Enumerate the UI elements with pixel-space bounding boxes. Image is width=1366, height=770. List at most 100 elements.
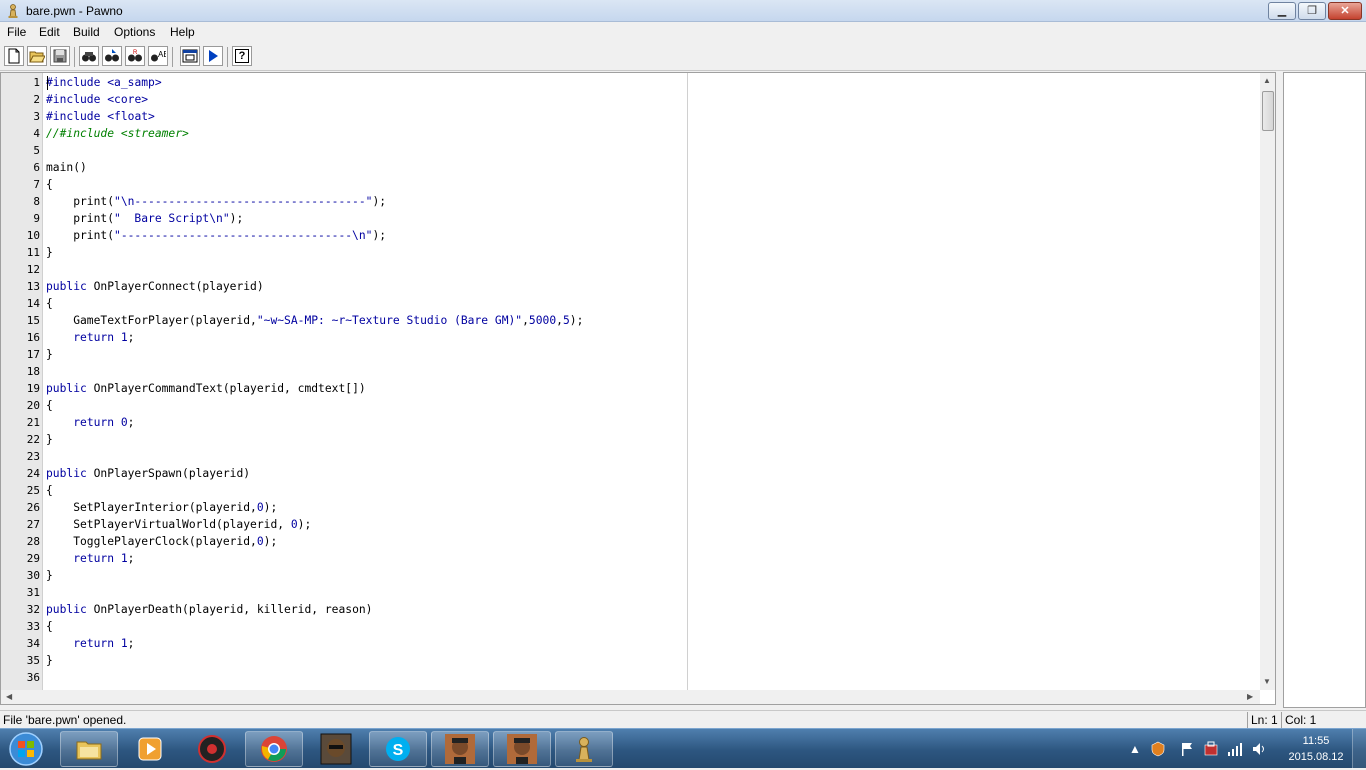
compile-run-icon bbox=[209, 50, 218, 62]
new-include-icon bbox=[182, 49, 198, 63]
code-line[interactable]: #include <float> bbox=[46, 108, 155, 125]
maximize-button[interactable]: ❐ bbox=[1298, 2, 1326, 20]
show-desktop-button[interactable] bbox=[1352, 729, 1366, 769]
tray-app-icon[interactable] bbox=[1150, 741, 1166, 757]
code-editor[interactable]: 1 2 3 4 5 6 7 8 9 10 11 12 13 14 15 16 17 18 19 20 21 22 23 24 2… bbox=[0, 72, 1276, 705]
code-line[interactable]: return 1; bbox=[46, 635, 134, 652]
goto-line-button[interactable]: AB bbox=[148, 46, 168, 66]
line-number: 21 bbox=[26, 416, 40, 429]
taskbar-media-player[interactable] bbox=[121, 731, 179, 767]
clock-date[interactable]: 2015.08.12 bbox=[1284, 751, 1348, 763]
show-hidden-icons-arrow-icon[interactable]: ▲ bbox=[1127, 741, 1143, 757]
code-line[interactable]: } bbox=[46, 652, 53, 669]
line-number: 3 bbox=[33, 110, 40, 123]
taskbar-explorer[interactable] bbox=[60, 731, 118, 767]
taskbar: S ▲ 11:55 2015.08.12 bbox=[0, 728, 1366, 769]
code-line[interactable]: { bbox=[46, 482, 53, 499]
code-line[interactable]: return 0; bbox=[46, 414, 134, 431]
media-player-icon bbox=[138, 737, 162, 761]
menu-build[interactable]: Build bbox=[73, 25, 100, 39]
line-number: 4 bbox=[33, 127, 40, 140]
code-line[interactable]: SetPlayerVirtualWorld(playerid, 0); bbox=[46, 516, 311, 533]
line-number: 13 bbox=[26, 280, 40, 293]
code-line[interactable]: TogglePlayerClock(playerid,0); bbox=[46, 533, 277, 550]
menu-edit[interactable]: Edit bbox=[39, 25, 60, 39]
tray-security-icon[interactable] bbox=[1203, 741, 1219, 757]
line-number: 5 bbox=[33, 144, 40, 157]
code-line[interactable]: { bbox=[46, 618, 53, 635]
taskbar-pawno[interactable] bbox=[555, 731, 613, 767]
save-file-button[interactable] bbox=[50, 46, 70, 66]
replace-button[interactable]: R bbox=[125, 46, 145, 66]
scroll-left-arrow-icon[interactable]: ◀ bbox=[6, 692, 12, 701]
function-list-panel[interactable] bbox=[1283, 72, 1366, 708]
app-icon bbox=[198, 735, 226, 763]
code-line[interactable]: } bbox=[46, 567, 53, 584]
menu-options[interactable]: Options bbox=[114, 25, 155, 39]
line-number: 15 bbox=[26, 314, 40, 327]
start-button[interactable] bbox=[4, 731, 48, 767]
network-signal-icon[interactable] bbox=[1227, 741, 1243, 757]
code-line[interactable]: //#include <streamer> bbox=[46, 125, 189, 142]
find-button[interactable] bbox=[79, 46, 99, 66]
code-line[interactable]: } bbox=[46, 431, 53, 448]
code-line[interactable]: public OnPlayerDeath(playerid, killerid,… bbox=[46, 601, 372, 618]
line-number: 8 bbox=[33, 195, 40, 208]
code-line[interactable]: #include <core> bbox=[46, 91, 148, 108]
line-number: 22 bbox=[26, 433, 40, 446]
action-center-flag-icon[interactable] bbox=[1179, 741, 1195, 757]
code-line[interactable]: print(" Bare Script\n"); bbox=[46, 210, 243, 227]
line-number: 34 bbox=[26, 637, 40, 650]
title-bar: bare.pwn - Pawno ▁ ❐ ✕ bbox=[0, 0, 1366, 22]
code-line[interactable]: } bbox=[46, 244, 53, 261]
toolbar-separator bbox=[74, 47, 75, 67]
code-line[interactable]: { bbox=[46, 176, 53, 193]
scroll-down-arrow-icon[interactable]: ▼ bbox=[1263, 677, 1271, 686]
code-line[interactable]: return 1; bbox=[46, 550, 134, 567]
minimize-button[interactable]: ▁ bbox=[1268, 2, 1296, 20]
chrome-icon bbox=[261, 736, 287, 762]
code-line[interactable]: main() bbox=[46, 159, 87, 176]
volume-icon[interactable] bbox=[1251, 741, 1267, 757]
code-line[interactable]: } bbox=[46, 346, 53, 363]
taskbar-samp-2[interactable] bbox=[493, 731, 551, 767]
line-number: 7 bbox=[33, 178, 40, 191]
code-line[interactable]: print("\n-------------------------------… bbox=[46, 193, 386, 210]
code-line[interactable]: { bbox=[46, 295, 53, 312]
taskbar-app[interactable] bbox=[183, 731, 241, 767]
code-line[interactable]: public OnPlayerSpawn(playerid) bbox=[46, 465, 250, 482]
scroll-up-arrow-icon[interactable]: ▲ bbox=[1263, 76, 1271, 85]
new-file-icon bbox=[8, 48, 20, 64]
code-area[interactable]: #include <a_samp> #include <core> #include… bbox=[46, 73, 1251, 690]
new-include-button[interactable] bbox=[180, 46, 200, 66]
code-line[interactable]: public OnPlayerConnect(playerid) bbox=[46, 278, 264, 295]
vertical-scrollbar[interactable]: ▲ ▼ bbox=[1260, 73, 1275, 690]
code-line[interactable]: public OnPlayerCommandText(playerid, cmd… bbox=[46, 380, 366, 397]
taskbar-skype[interactable]: S bbox=[369, 731, 427, 767]
taskbar-gta-sa[interactable] bbox=[307, 731, 365, 767]
scroll-right-arrow-icon[interactable]: ▶ bbox=[1247, 692, 1253, 701]
help-button[interactable]: ? bbox=[232, 46, 252, 66]
flag-icon bbox=[1182, 743, 1192, 756]
menu-file[interactable]: File bbox=[7, 25, 26, 39]
menu-help[interactable]: Help bbox=[170, 25, 195, 39]
code-line[interactable]: print("---------------------------------… bbox=[46, 227, 386, 244]
vertical-scroll-thumb[interactable] bbox=[1262, 91, 1274, 131]
line-number: 25 bbox=[26, 484, 40, 497]
taskbar-chrome[interactable] bbox=[245, 731, 303, 767]
code-line[interactable]: #include <a_samp> bbox=[46, 74, 162, 91]
find-next-button[interactable] bbox=[102, 46, 122, 66]
code-line[interactable]: GameTextForPlayer(playerid,"~w~SA-MP: ~r… bbox=[46, 312, 583, 329]
new-file-button[interactable] bbox=[4, 46, 24, 66]
code-line[interactable]: return 1; bbox=[46, 329, 134, 346]
open-file-button[interactable] bbox=[27, 46, 47, 66]
horizontal-scrollbar[interactable]: ◀ ▶ bbox=[1, 690, 1260, 704]
code-line[interactable]: SetPlayerInterior(playerid,0); bbox=[46, 499, 277, 516]
code-line[interactable]: { bbox=[46, 397, 53, 414]
compile-run-button[interactable] bbox=[203, 46, 223, 66]
replace-icon: R bbox=[128, 50, 142, 62]
clock-time[interactable]: 11:55 bbox=[1296, 735, 1336, 747]
line-number: 26 bbox=[26, 501, 40, 514]
taskbar-samp[interactable] bbox=[431, 731, 489, 767]
close-button[interactable]: ✕ bbox=[1328, 2, 1362, 20]
